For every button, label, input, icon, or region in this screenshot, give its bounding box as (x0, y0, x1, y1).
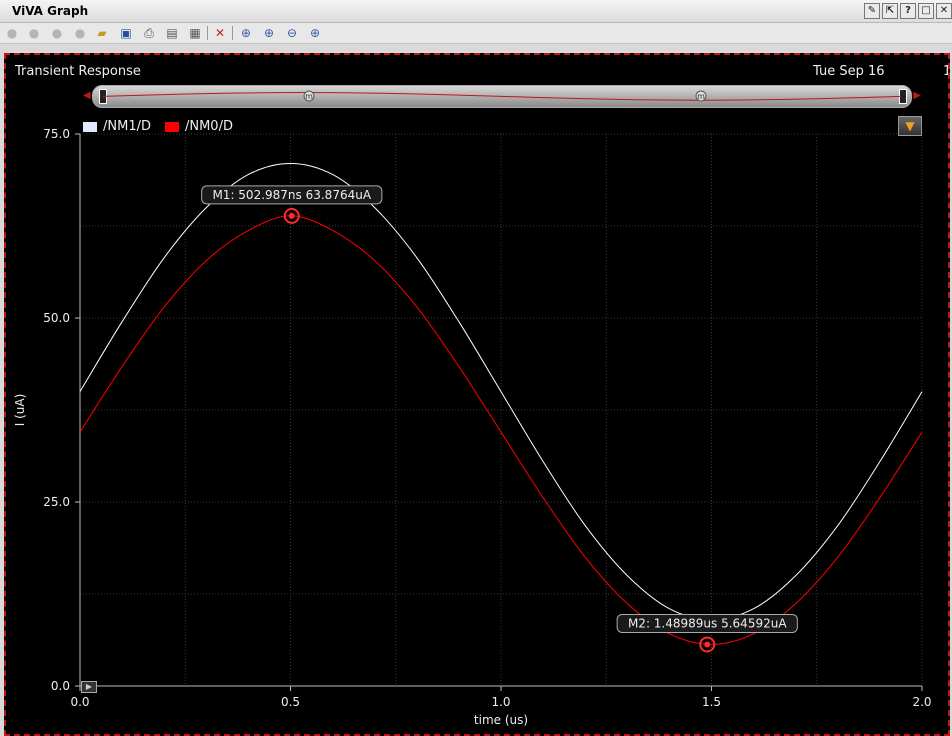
print-icon[interactable]: ⎙ (141, 25, 157, 41)
expand-icon[interactable]: ▶ (81, 681, 97, 693)
toolbar-separator (232, 26, 233, 40)
x-tick-label: 0.0 (70, 695, 89, 709)
window-controls: ✎ ⇱ ? □ ✕ (864, 3, 952, 19)
x-tick-label: 2.0 (912, 695, 931, 709)
delete-icon[interactable]: ✕ (212, 25, 228, 41)
marker-label: M2: 1.48989us 5.64592uA (628, 616, 787, 630)
marker-m2[interactable]: M2: 1.48989us 5.64592uA (616, 613, 798, 653)
window-title: ViVA Graph (12, 4, 89, 18)
x-tick-label: 0.5 (281, 695, 300, 709)
tools-icon[interactable]: ✎ (864, 3, 880, 19)
zoom-fit-icon[interactable]: ⊕ (261, 25, 277, 41)
y-tick-label: 75.0 (43, 127, 70, 141)
marker-dot (704, 641, 711, 648)
forward-icon[interactable]: ● (26, 25, 42, 41)
toolbar-separator (207, 26, 208, 40)
maximize-icon[interactable]: □ (918, 3, 934, 19)
marker-label: M1: 502.987ns 63.8764uA (212, 188, 371, 202)
window-title-bar: ViVA Graph ✎ ⇱ ? □ ✕ (0, 0, 952, 23)
y-axis-label: I (uA) (13, 394, 27, 427)
save-icon[interactable]: ▣ (118, 25, 134, 41)
plot-area[interactable]: 0.0 0.5 1.0 1.5 2.0 0.0 25.0 50.0 75.0 time (us) I… (6, 55, 948, 734)
undock-icon[interactable]: ⇱ (882, 3, 898, 19)
x-tick-label: 1.5 (702, 695, 721, 709)
refresh-icon[interactable]: ● (72, 25, 88, 41)
y-tick-label: 50.0 (43, 311, 70, 325)
zoom-out-icon[interactable]: ⊖ (284, 25, 300, 41)
x-tick-label: 1.0 (491, 695, 510, 709)
edit-window-icon[interactable]: ▦ (187, 25, 203, 41)
marker-m1[interactable]: M1: 502.987ns 63.8764uA (201, 185, 383, 224)
y-tick-label: 25.0 (43, 495, 70, 509)
y-tick-label: 0.0 (51, 679, 70, 693)
toolbar: ● ● ● ● ▰ ▣ ⎙ ▤ ▦ ✕ ⊕ ⊕ ⊖ ⊕ (0, 23, 952, 44)
export-image-icon[interactable]: ▤ (164, 25, 180, 41)
zoom-in-icon[interactable]: ⊕ (238, 25, 254, 41)
x-axis-label: time (us) (474, 713, 528, 727)
back-icon[interactable]: ● (4, 25, 20, 41)
home-icon[interactable]: ● (49, 25, 65, 41)
axes: 0.0 0.5 1.0 1.5 2.0 0.0 25.0 50.0 75.0 time (us) I… (13, 127, 932, 727)
close-window-icon[interactable]: ✕ (936, 3, 952, 19)
graph-window[interactable]: Transient Response Tue Sep 16 1 ◀ ▶ m m … (4, 53, 950, 736)
open-folder-icon[interactable]: ▰ (94, 25, 110, 41)
markers: M1: 502.987ns 63.8764uA M2: 1.48989us 5.6… (201, 185, 798, 653)
help-icon[interactable]: ? (900, 3, 916, 19)
marker-dot (288, 212, 295, 219)
zoom-box-icon[interactable]: ⊕ (307, 25, 323, 41)
series-line-nm0 (79, 215, 923, 645)
